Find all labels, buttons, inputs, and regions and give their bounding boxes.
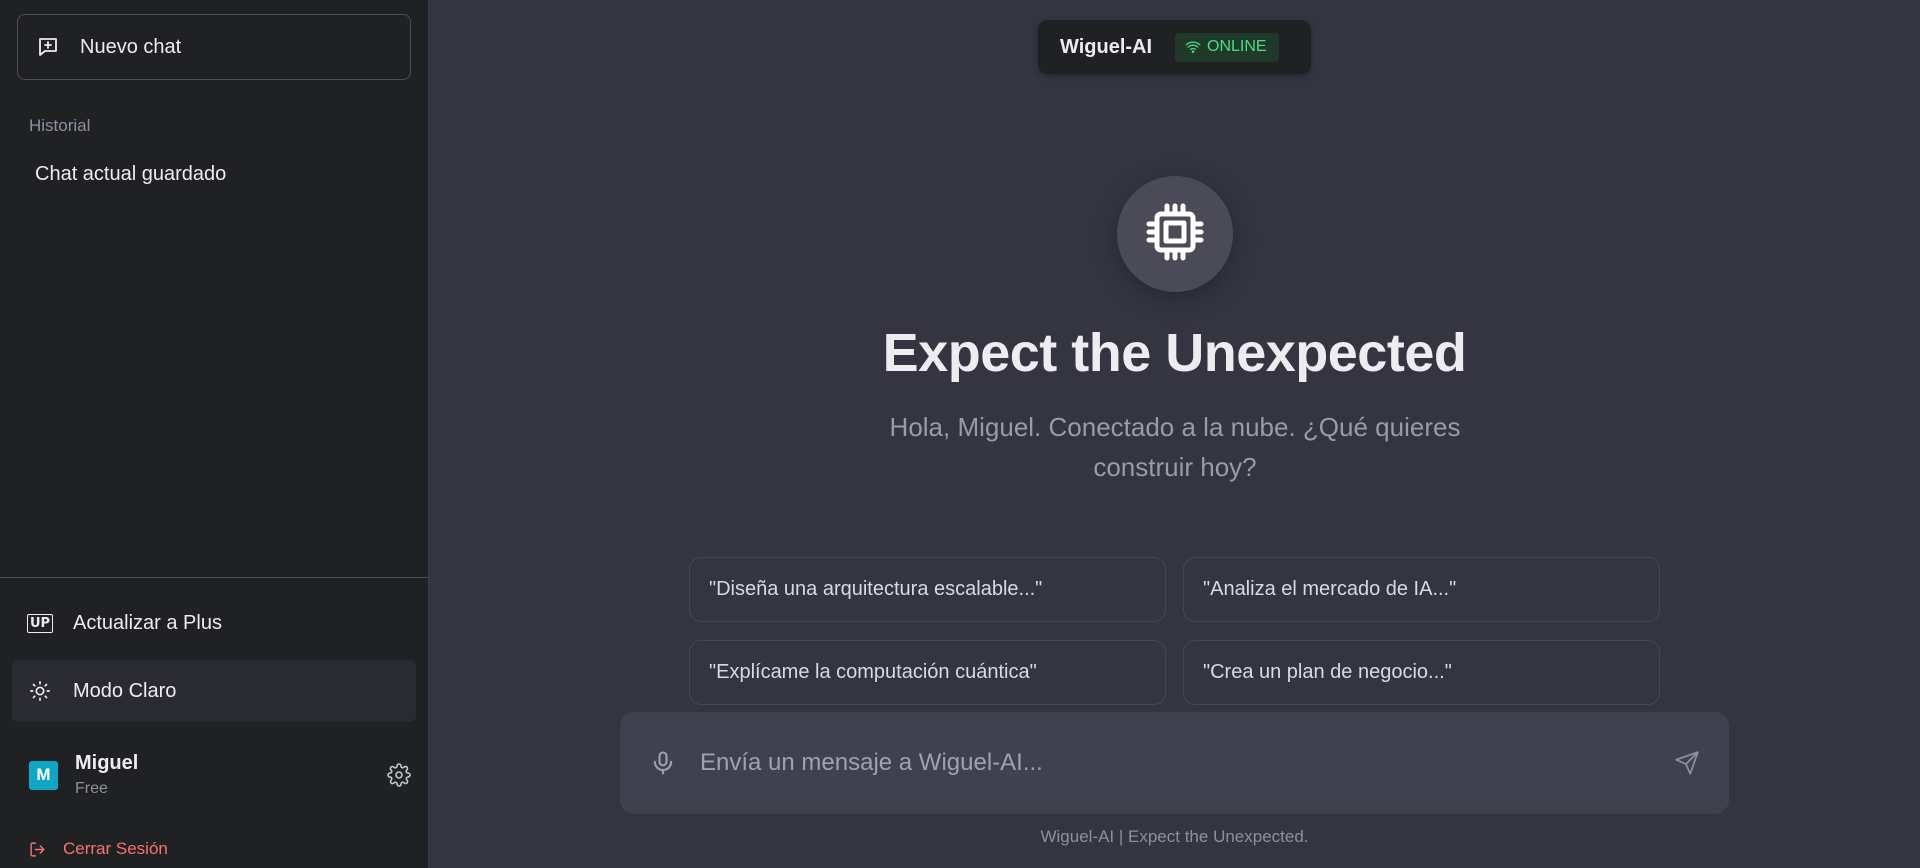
gear-icon[interactable] [387,763,411,787]
suggestion-card[interactable]: "Explícame la computación cuántica" [689,640,1166,705]
message-composer [620,712,1729,814]
sidebar: Nuevo chat Historial Chat actual guardad… [0,0,429,868]
suggestion-card[interactable]: "Crea un plan de negocio..." [1183,640,1660,705]
suggestion-card[interactable]: "Diseña una arquitectura escalable..." [689,557,1166,622]
header-bar: Wiguel-AI ONLINE [1038,20,1311,74]
logout-icon [29,841,46,858]
history-heading: Historial [29,116,91,135]
light-mode-label: Modo Claro [73,679,177,702]
status-label: ONLINE [1207,38,1267,55]
logout-button[interactable]: Cerrar Sesión [29,839,168,859]
wifi-icon [1185,39,1201,55]
cpu-chip-icon [1143,200,1207,269]
message-plus-icon [36,35,60,59]
avatar[interactable]: M [29,760,58,790]
upgrade-badge: UP [26,613,54,633]
upgrade-badge-icon: UP [26,611,54,635]
user-plan: Free [75,780,108,797]
user-name: Miguel [75,752,139,774]
logo [1117,176,1233,292]
user-profile: M Miguel Free [29,745,411,805]
main-area: Wiguel-AI ONLINE Expect the Unexpected H… [429,0,1920,868]
user-info: Miguel Free [75,752,387,798]
logout-label: Cerrar Sesión [63,839,168,858]
upgrade-label: Actualizar a Plus [73,611,222,634]
upgrade-plus-button[interactable]: UP Actualizar a Plus [12,592,416,654]
light-mode-toggle[interactable]: Modo Claro [12,660,416,722]
history-item[interactable]: Chat actual guardado [35,163,428,186]
sun-icon [28,679,52,703]
suggestion-card[interactable]: "Analiza el mercado de IA..." [1183,557,1660,622]
brand-name: Wiguel-AI [1060,35,1153,58]
status-badge: ONLINE [1175,32,1279,62]
message-input[interactable] [700,749,1654,777]
sidebar-footer: UP Actualizar a Plus Modo Claro M Miguel… [0,577,428,868]
new-chat-label: Nuevo chat [80,35,182,58]
microphone-icon[interactable] [649,749,677,777]
footer-note: Wiguel-AI | Expect the Unexpected. [1040,827,1309,846]
send-icon[interactable] [1674,750,1700,776]
welcome-subtitle: Hola, Miguel. Conectado a la nube. ¿Qué … [889,412,1461,482]
new-chat-button[interactable]: Nuevo chat [17,14,411,80]
page-title: Expect the Unexpected [882,323,1467,383]
